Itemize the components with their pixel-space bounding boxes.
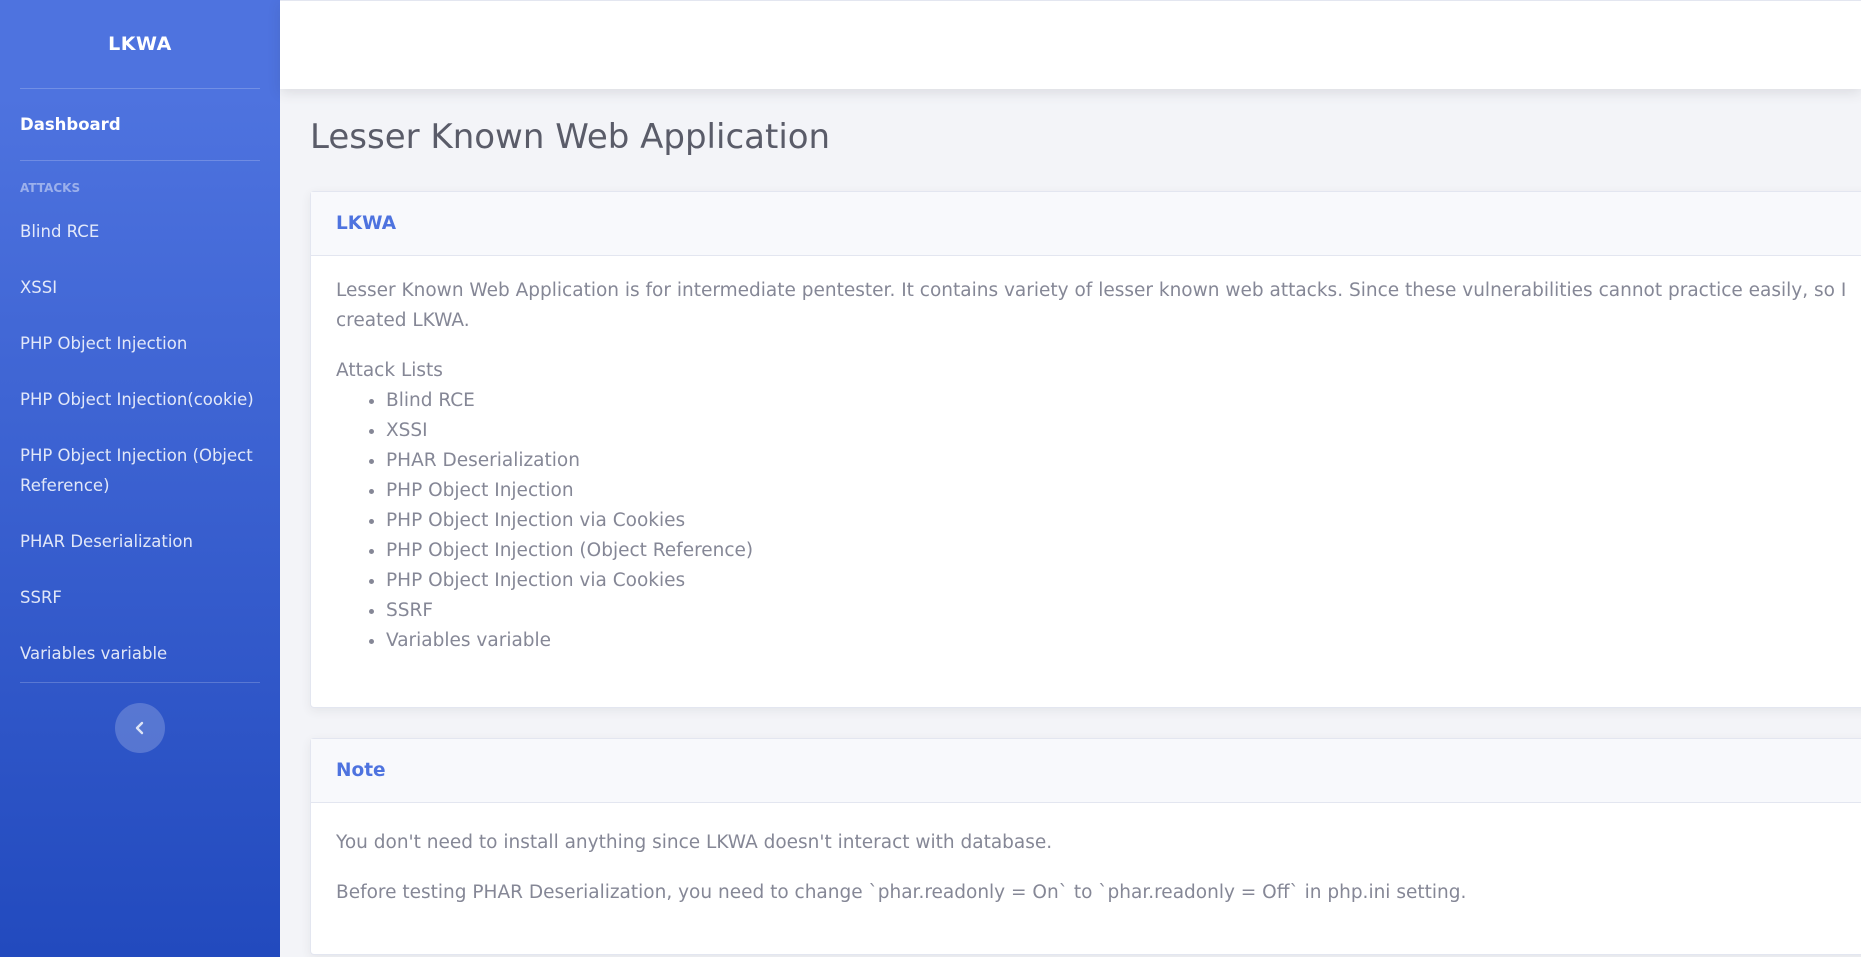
list-item: Blind RCE <box>386 386 1845 416</box>
intro-description: Lesser Known Web Application is for inte… <box>336 280 1847 331</box>
attack-list-title: Attack Lists <box>336 360 443 381</box>
sidebar-item-xssi[interactable]: XSSI <box>0 260 280 316</box>
sidebar-heading-attacks: ATTACKS <box>20 181 81 195</box>
attack-list: Blind RCE XSSI PHAR Deserialization PHP … <box>336 386 1845 656</box>
list-item: PHAR Deserialization <box>386 446 1845 476</box>
sidebar-item-blind-rce[interactable]: Blind RCE <box>0 204 280 260</box>
sidebar-item-ssrf[interactable]: SSRF <box>0 570 280 626</box>
brand-link[interactable]: LKWA <box>0 0 280 88</box>
sidebar: LKWA Dashboard ATTACKS Blind RCE XSSI PH… <box>0 0 280 957</box>
list-item: PHP Object Injection <box>386 476 1845 506</box>
sidebar-item-php-object-injection-cookie[interactable]: PHP Object Injection(cookie) <box>0 372 280 428</box>
sidebar-item-variables-variable[interactable]: Variables variable <box>0 626 280 682</box>
sidebar-toggle-area <box>0 683 280 773</box>
list-item: PHP Object Injection via Cookies <box>386 506 1845 536</box>
list-item: PHP Object Injection (Object Reference) <box>386 536 1845 566</box>
list-item: PHP Object Injection via Cookies <box>386 566 1845 596</box>
intro-card-body: Lesser Known Web Application is for inte… <box>311 256 1861 676</box>
list-item: Variables variable <box>386 626 1845 656</box>
note-card-header: Note <box>311 739 1861 803</box>
intro-card: LKWA Lesser Known Web Application is for… <box>310 191 1861 708</box>
note-line-phar: Before testing PHAR Deserialization, you… <box>336 882 1467 903</box>
sidebar-item-php-object-injection-object-reference[interactable]: PHP Object Injection (Object Reference) <box>0 428 280 514</box>
intro-card-header: LKWA <box>311 192 1861 256</box>
page-title: Lesser Known Web Application <box>310 117 831 157</box>
topbar <box>280 0 1861 89</box>
sidebar-item-phar-deserialization[interactable]: PHAR Deserialization <box>0 514 280 570</box>
sidebar-item-php-object-injection[interactable]: PHP Object Injection <box>0 316 280 372</box>
sidebar-item-dashboard[interactable]: Dashboard <box>0 89 280 160</box>
note-card-body: You don't need to install anything since… <box>311 803 1861 948</box>
list-item: XSSI <box>386 416 1845 446</box>
list-item: SSRF <box>386 596 1845 626</box>
chevron-left-icon <box>135 721 144 735</box>
note-card: Note You don't need to install anything … <box>310 738 1861 955</box>
sidebar-toggle-button[interactable] <box>115 703 165 753</box>
note-line-install: You don't need to install anything since… <box>336 832 1053 853</box>
